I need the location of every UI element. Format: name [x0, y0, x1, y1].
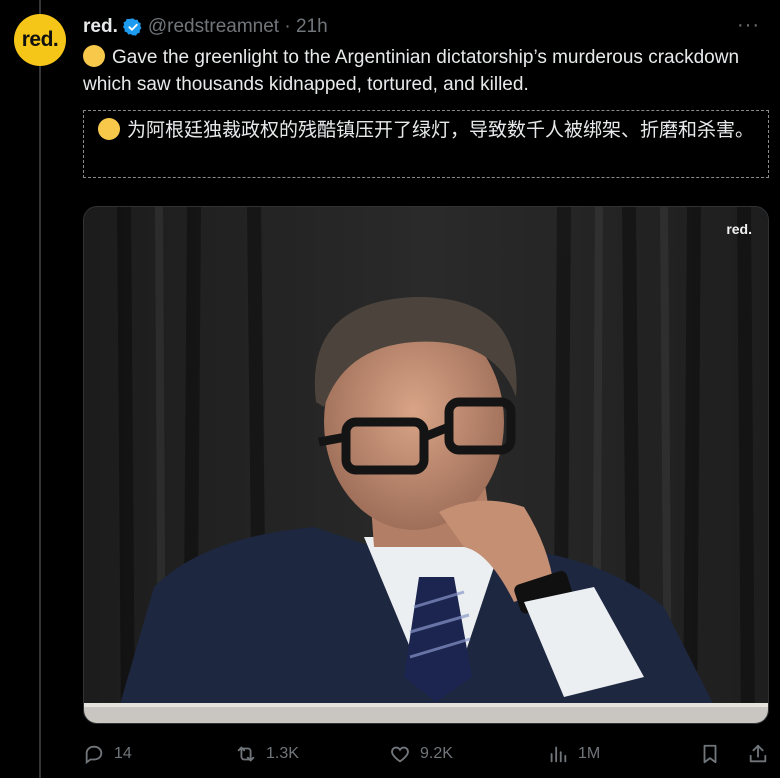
display-name[interactable]: red. — [83, 16, 118, 38]
bookmark-icon — [703, 744, 717, 764]
post-text: Gave the greenlight to the Argentinian d… — [83, 44, 763, 98]
reply-button[interactable]: 14 — [83, 743, 132, 765]
reply-icon — [85, 745, 103, 765]
post-text-content: Gave the greenlight to the Argentinian d… — [83, 47, 740, 95]
views-button[interactable]: 1M — [547, 743, 600, 765]
repost-icon — [237, 746, 255, 762]
views-count: 1M — [578, 745, 601, 762]
yellow-circle-emoji-icon — [83, 45, 105, 67]
share-icon — [749, 744, 767, 763]
yellow-circle-emoji-icon — [98, 118, 120, 140]
avatar[interactable]: red. — [14, 14, 66, 66]
views-icon — [550, 746, 567, 763]
avatar-logo-text: red. — [21, 28, 59, 51]
post-header: red. @redstreamnet · 21h ··· — [83, 14, 760, 40]
media-watermark: red. — [726, 221, 752, 237]
reply-count: 14 — [114, 745, 132, 762]
verified-badge-icon — [122, 18, 142, 36]
heart-icon — [391, 746, 409, 763]
repost-count: 1.3K — [266, 745, 299, 762]
action-bar: 14 1.3K 9.2K 1M — [83, 736, 773, 772]
like-button[interactable]: 9.2K — [389, 743, 453, 765]
more-options-icon[interactable]: ··· — [737, 14, 760, 36]
bookmark-button[interactable] — [699, 743, 730, 765]
handle-and-time[interactable]: @redstreamnet · 21h — [148, 16, 328, 38]
like-count: 9.2K — [420, 745, 453, 762]
translation-box: 为阿根廷独裁政权的残酷镇压开了绿灯，导致数千人被绑架、折磨和杀害。 — [83, 110, 769, 178]
portrait-photo — [84, 207, 768, 723]
translation-text: 为阿根廷独裁政权的残酷镇压开了绿灯，导致数千人被绑架、折磨和杀害。 — [127, 119, 755, 141]
post-image[interactable]: red. — [83, 206, 769, 724]
share-button[interactable] — [747, 743, 778, 765]
thread-line — [39, 0, 41, 778]
repost-button[interactable]: 1.3K — [235, 743, 299, 765]
